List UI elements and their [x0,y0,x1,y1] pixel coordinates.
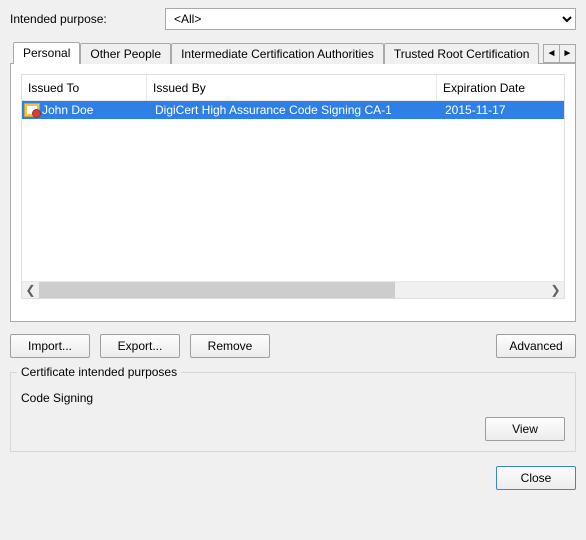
chevron-right-icon: ► [563,49,573,59]
tab-strip: Personal Other People Intermediate Certi… [10,40,576,64]
scroll-right-button[interactable]: ❯ [547,282,564,299]
chevron-right-icon: ❯ [550,283,560,297]
column-header-issued-to[interactable]: Issued To [22,75,147,100]
tab-scroll-left-button[interactable]: ◄ [543,44,560,63]
scroll-track[interactable] [39,282,547,298]
column-header-issued-by[interactable]: Issued By [147,75,437,100]
tab-trusted-root[interactable]: Trusted Root Certification [384,43,540,64]
intended-purposes-group: Certificate intended purposes Code Signi… [10,372,576,452]
close-button[interactable]: Close [496,466,576,490]
cell-issued-by: DigiCert High Assurance Code Signing CA-… [149,103,439,117]
advanced-button[interactable]: Advanced [496,334,576,358]
tab-scroll-right-button[interactable]: ► [559,44,576,63]
tab-label: Trusted Root Certification [394,47,530,61]
import-button[interactable]: Import... [10,334,90,358]
table-row[interactable]: John Doe DigiCert High Assurance Code Si… [22,101,564,119]
view-button[interactable]: View [485,417,565,441]
tab-label: Other People [90,47,161,61]
list-header: Issued To Issued By Expiration Date [22,75,564,101]
horizontal-scrollbar[interactable]: ❮ ❯ [22,281,564,298]
cell-expiration: 2015-11-17 [439,103,564,117]
group-title: Certificate intended purposes [17,365,181,379]
chevron-left-icon: ❮ [25,283,35,297]
scroll-thumb[interactable] [39,282,395,298]
certificate-list: Issued To Issued By Expiration Date John… [21,74,565,299]
intended-purposes-value: Code Signing [21,391,565,405]
tab-label: Intermediate Certification Authorities [181,47,374,61]
tab-label: Personal [23,46,70,60]
cell-issued-to: John Doe [42,103,149,117]
remove-button[interactable]: Remove [190,334,270,358]
tab-personal[interactable]: Personal [13,42,80,64]
tab-panel: Issued To Issued By Expiration Date John… [10,64,576,322]
export-button[interactable]: Export... [100,334,180,358]
tab-intermediate-ca[interactable]: Intermediate Certification Authorities [171,43,384,64]
intended-purpose-label: Intended purpose: [10,12,165,26]
intended-purpose-select[interactable]: <All> [165,8,576,30]
certificate-icon [24,103,40,117]
list-body[interactable]: John Doe DigiCert High Assurance Code Si… [22,101,564,281]
chevron-left-icon: ◄ [547,49,557,59]
column-header-expiration[interactable]: Expiration Date [437,75,564,100]
tab-other-people[interactable]: Other People [80,43,171,64]
scroll-left-button[interactable]: ❮ [22,282,39,299]
